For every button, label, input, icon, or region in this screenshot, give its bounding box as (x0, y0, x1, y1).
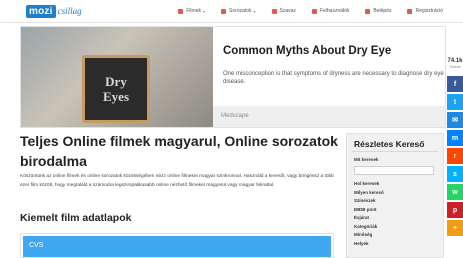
dry-eyes-sign: Dry Eyes (82, 55, 150, 123)
sms-icon: s (453, 170, 457, 178)
more-share-button[interactable]: + (447, 220, 463, 236)
search-field-label: Színészek (354, 198, 376, 203)
register-icon (407, 8, 413, 14)
chevron-down-icon: ▾ (202, 8, 205, 14)
nav-item-2[interactable]: Szavaz (264, 8, 304, 14)
tv-icon (221, 8, 226, 14)
search-field-label: Minőség (354, 232, 373, 237)
sms-share-button[interactable]: s (447, 166, 463, 182)
share-count: 74.1k Shares (447, 58, 463, 74)
messenger-icon: m (451, 134, 459, 142)
ad-photo: Dry Eyes (21, 27, 213, 127)
panel-divider (352, 151, 438, 152)
nav-item-label: Sorozatok (229, 8, 252, 14)
search-panel-title: Részletes Kereső (354, 139, 425, 149)
share-count-number: 74.1k (447, 58, 463, 64)
reddit-icon: r (453, 152, 457, 160)
featured-section-title: Kiemelt film adatlapok (20, 212, 132, 224)
pinterest-share-button[interactable]: p (447, 202, 463, 218)
users-icon (311, 8, 317, 14)
logo-brand: mozi (26, 4, 56, 18)
ad-source-bar[interactable]: Medscape (213, 106, 445, 127)
film-icon (178, 8, 184, 14)
search-field-label: Helyek (354, 240, 369, 246)
whatsapp-share-button[interactable]: w (447, 184, 463, 200)
main-nav: Filmek ▾ Sorozatok ▾ Szavaz Felhasználók Belép… (170, 0, 451, 22)
messenger-share-button[interactable]: m (447, 130, 463, 146)
site-logo[interactable]: mozi csillag (26, 4, 82, 18)
featured-card-banner: CVS (23, 236, 331, 257)
reddit-share-button[interactable]: r (447, 148, 463, 164)
share-count-label: Shares (449, 65, 461, 69)
plus-icon: + (452, 224, 458, 232)
pinterest-icon: p (452, 206, 458, 214)
twitter-icon: t (453, 98, 457, 106)
search-field-label: Évjárat (354, 215, 370, 220)
advertisement-banner[interactable]: Dry Eyes Common Myths About Dry Eye One … (20, 26, 446, 128)
search-input[interactable] (354, 166, 434, 175)
facebook-share-button[interactable]: f (447, 76, 463, 92)
search-field-label: Kategóriák (354, 223, 378, 229)
featured-card[interactable]: CVS (20, 233, 334, 258)
search-field-label: Milyen kereső (354, 189, 384, 195)
sign-word-eyes: Eyes (103, 89, 129, 104)
ad-description: One misconception is that symptoms of dr… (223, 71, 444, 85)
search-field-label: Hol keresek (354, 181, 380, 186)
login-icon (365, 8, 371, 14)
nav-item-label: Felhasználók (319, 8, 350, 14)
page-title: Teljes Online filmek magyarul, Online so… (20, 133, 338, 169)
twitter-share-button[interactable]: t (447, 94, 463, 110)
featured-card-label: CVS (29, 242, 44, 249)
intro-text: Köszöntünk az online filmek és online so… (20, 174, 334, 188)
search-field-label: IMDB pont (354, 206, 377, 212)
nav-item-label: Belépés (373, 8, 392, 14)
ad-headline[interactable]: Common Myths About Dry Eye (223, 45, 391, 57)
nav-item-5[interactable]: Regisztráció (399, 8, 451, 14)
top-navbar: mozi csillag Filmek ▾ Sorozatok ▾ Szavaz Felh… (0, 0, 463, 23)
share-sidebar: 74.1k Shares f t ✉ m r s w p + (447, 58, 463, 236)
nav-item-label: Regisztráció (415, 8, 443, 14)
nav-item-1[interactable]: Sorozatok ▾ (213, 8, 264, 14)
nav-item-label: Szavaz (279, 8, 296, 14)
ad-source: Medscape (221, 113, 249, 119)
logo-suffix: csillag (57, 6, 82, 16)
nav-item-0[interactable]: Filmek ▾ (170, 8, 213, 14)
sign-word-dry: Dry (105, 74, 127, 89)
search-label: Mit keresek (354, 157, 379, 162)
nav-item-4[interactable]: Belépés (357, 8, 399, 14)
chevron-down-icon: ▾ (253, 8, 256, 14)
email-icon: ✉ (452, 117, 458, 124)
advanced-search-panel: Részletes Kereső Mit keresek Hol keresek… (346, 133, 444, 258)
facebook-icon: f (453, 80, 457, 88)
whatsapp-icon: w (452, 188, 458, 196)
nav-item-3[interactable]: Felhasználók (304, 8, 357, 14)
nav-item-label: Filmek (186, 8, 201, 14)
star-icon (271, 8, 277, 14)
email-share-button[interactable]: ✉ (447, 112, 463, 128)
